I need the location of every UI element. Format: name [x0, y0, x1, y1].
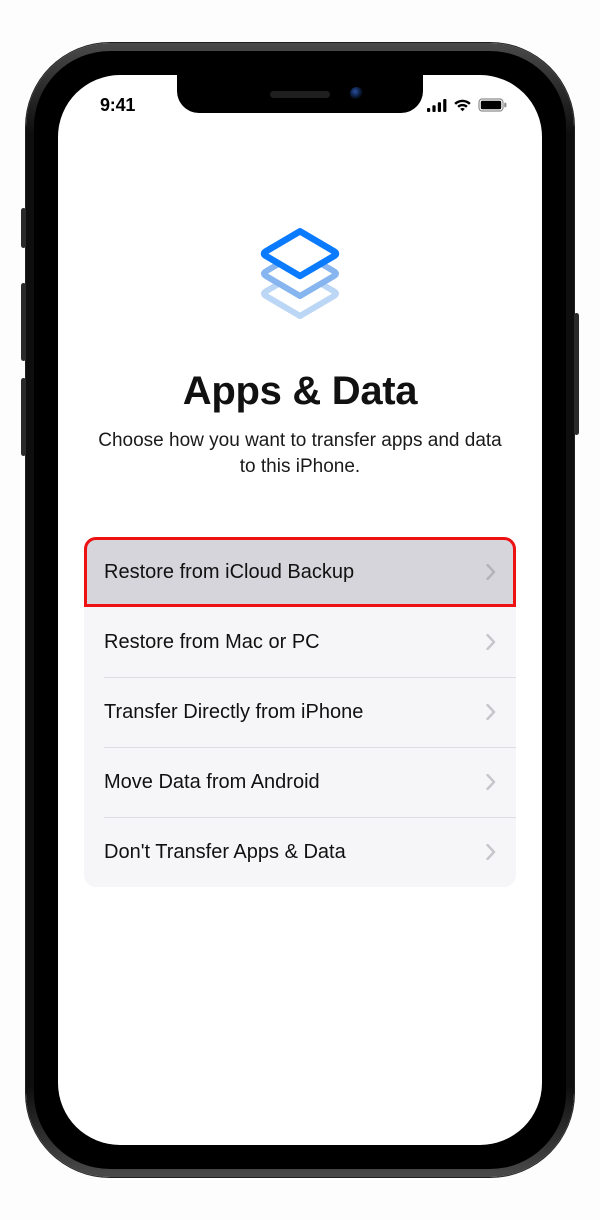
chevron-right-icon	[486, 704, 496, 720]
page-title: Apps & Data	[84, 369, 516, 414]
power-button	[574, 313, 579, 435]
screen: 9:41	[58, 75, 542, 1145]
option-label: Restore from Mac or PC	[104, 631, 320, 654]
option-restore-icloud[interactable]: Restore from iCloud Backup	[84, 537, 516, 607]
battery-icon	[478, 98, 508, 112]
chevron-right-icon	[486, 774, 496, 790]
apps-data-icon	[235, 215, 365, 345]
option-label: Don't Transfer Apps & Data	[104, 841, 346, 864]
options-list: Restore from iCloud Backup Restore from …	[84, 537, 516, 887]
option-label: Transfer Directly from iPhone	[104, 701, 363, 724]
option-dont-transfer[interactable]: Don't Transfer Apps & Data	[84, 817, 516, 887]
page-subtitle: Choose how you want to transfer apps and…	[98, 428, 502, 479]
status-time: 9:41	[86, 89, 135, 116]
phone-frame: 9:41	[26, 43, 574, 1177]
cellular-icon	[427, 99, 447, 112]
device-mockup: 9:41	[0, 0, 600, 1220]
phone-bezel: 9:41	[34, 51, 566, 1169]
silence-switch	[21, 208, 26, 248]
status-icons	[427, 92, 514, 112]
option-restore-mac-pc[interactable]: Restore from Mac or PC	[84, 607, 516, 677]
option-transfer-iphone[interactable]: Transfer Directly from iPhone	[84, 677, 516, 747]
speaker-grille	[270, 91, 330, 98]
volume-up-button	[21, 283, 26, 361]
wifi-icon	[453, 98, 472, 112]
chevron-right-icon	[486, 844, 496, 860]
front-camera	[350, 87, 363, 100]
option-move-android[interactable]: Move Data from Android	[84, 747, 516, 817]
option-label: Restore from iCloud Backup	[104, 561, 354, 584]
volume-down-button	[21, 378, 26, 456]
setup-content: Apps & Data Choose how you want to trans…	[58, 129, 542, 887]
option-label: Move Data from Android	[104, 771, 320, 794]
chevron-right-icon	[486, 634, 496, 650]
notch	[177, 75, 423, 113]
chevron-right-icon	[486, 564, 496, 580]
